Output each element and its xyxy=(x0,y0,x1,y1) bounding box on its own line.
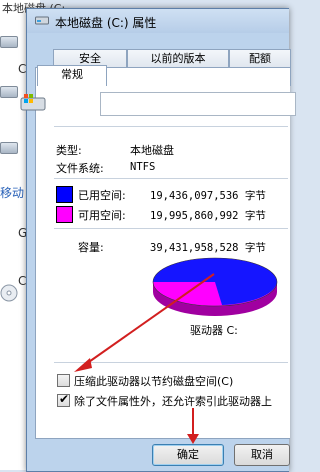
annotation-arrowhead xyxy=(74,358,92,372)
annotation-arrowhead xyxy=(187,434,199,444)
tab-general[interactable]: 常规 xyxy=(37,65,107,86)
annotation-arrow xyxy=(85,273,215,365)
